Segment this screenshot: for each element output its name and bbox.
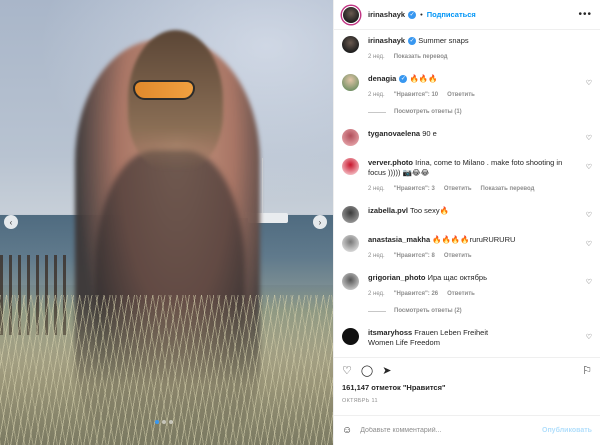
like-comment-heart-icon[interactable]: ♡ (586, 278, 592, 286)
view-replies-link[interactable]: Посмотреть ответы (1) (368, 107, 475, 117)
reply-button[interactable]: Ответить (444, 251, 472, 261)
action-bar: ♡ ◯ ➤ ⚐ (334, 357, 600, 383)
post-sidebar: irinashayk ✓ • Подписаться ••• irinashay… (333, 0, 600, 445)
heart-icon[interactable]: ♡ (342, 364, 352, 377)
bookmark-icon[interactable]: ⚐ (582, 364, 592, 377)
translate-link[interactable]: Показать перевод (394, 52, 448, 62)
comment-item: verver.photo Irina, come to Milano . mak… (342, 158, 592, 194)
comment-username[interactable]: verver.photo (368, 158, 413, 167)
like-comment-heart-icon[interactable]: ♡ (586, 134, 592, 142)
comment-item: grigorian_photo Ира щас октябрь 2 нед. "… (342, 273, 592, 316)
commenter-avatar[interactable] (342, 129, 359, 146)
caption-avatar[interactable] (342, 36, 359, 53)
commenter-avatar[interactable] (342, 273, 359, 290)
verified-icon: ✓ (399, 75, 408, 84)
verified-icon: ✓ (408, 10, 417, 19)
like-comment-heart-icon[interactable]: ♡ (586, 333, 592, 341)
comment-likes[interactable]: "Нравится": 26 (394, 289, 438, 299)
author-avatar[interactable] (342, 5, 360, 24)
comment-text: 🔥🔥🔥🔥ruruRURURU (432, 235, 516, 244)
view-replies-link[interactable]: Посмотреть ответы (2) (368, 306, 487, 316)
translate-link[interactable]: Показать перевод (481, 184, 535, 194)
commenter-avatar[interactable] (342, 74, 359, 91)
boat-mast (262, 158, 263, 214)
publish-button[interactable]: Опубликовать (542, 427, 592, 434)
comment-text-line2: Women Life Freedom (368, 338, 440, 347)
caption-username[interactable]: irinashayk (368, 36, 405, 45)
like-comment-heart-icon[interactable]: ♡ (586, 240, 592, 248)
comment-item: izabella.pvl Too sexy🔥 ♡ (342, 206, 592, 223)
comment-age: 2 нед. (368, 92, 385, 98)
chevron-left-icon: ‹ (9, 217, 13, 227)
follow-button[interactable]: Подписаться (427, 10, 476, 19)
comment-text: Ира щас октябрь (427, 273, 487, 282)
comment-input[interactable] (360, 427, 542, 434)
commenter-avatar[interactable] (342, 328, 359, 345)
post-date: ОКТЯБРЬ 11 (342, 398, 378, 404)
carousel-dot (162, 420, 166, 424)
comment-username[interactable]: itsmaryhoss (368, 328, 412, 337)
comment-text: 90 е (422, 129, 437, 138)
comment-age: 2 нед. (368, 186, 385, 192)
comment-username[interactable]: izabella.pvl (368, 206, 408, 215)
post-dialog: ‹ › irinashayk ✓ • Подписаться ••• irina… (0, 0, 600, 445)
comment-text: 🔥🔥🔥 (409, 74, 438, 83)
previous-photo-button[interactable]: ‹ (4, 215, 18, 229)
separator: • (420, 10, 423, 19)
reply-button[interactable]: Ответить (447, 289, 475, 299)
comment-likes[interactable]: "Нравится": 3 (394, 184, 435, 194)
next-photo-button[interactable]: › (313, 215, 327, 229)
like-comment-heart-icon[interactable]: ♡ (586, 163, 592, 171)
reply-button[interactable]: Ответить (444, 184, 472, 194)
add-comment-bar: ☺ Опубликовать (334, 415, 600, 445)
comment-username[interactable]: grigorian_photo (368, 273, 426, 282)
post-header: irinashayk ✓ • Подписаться ••• (334, 0, 600, 30)
commenter-avatar[interactable] (342, 235, 359, 252)
carousel-dot (169, 420, 173, 424)
carousel-dot (155, 420, 159, 424)
comment-likes[interactable]: "Нравится": 8 (394, 251, 435, 261)
caption: irinashayk ✓ Summer snaps 2 нед. Показать… (342, 36, 592, 62)
comment-item: tyganovaelena 90 е ♡ (342, 129, 592, 146)
smiley-icon[interactable]: ☺ (342, 425, 352, 436)
verified-icon: ✓ (408, 37, 417, 46)
comment-icon[interactable]: ◯ (361, 364, 373, 377)
comment-text: Frauen Leben Freiheit (414, 328, 489, 337)
more-options-icon[interactable]: ••• (578, 9, 592, 20)
comment-likes[interactable]: "Нравится": 10 (394, 90, 438, 100)
share-icon[interactable]: ➤ (382, 364, 391, 377)
comment-age: 2 нед. (368, 291, 385, 297)
post-photo: ‹ › (0, 0, 333, 445)
reply-button[interactable]: Ответить (447, 90, 475, 100)
author-username[interactable]: irinashayk (368, 10, 405, 19)
comment-username[interactable]: anastasia_makha (368, 235, 430, 244)
carousel-dots (155, 420, 173, 424)
chevron-right-icon: › (318, 217, 322, 227)
comment-item: denagia ✓ 🔥🔥🔥 2 нед. "Нравится": 10 Ответ… (342, 74, 592, 117)
likes-count[interactable]: 161,147 отметок "Нравится" (334, 383, 600, 395)
comment-item: anastasia_makha 🔥🔥🔥🔥ruruRURURU 2 нед. "Н… (342, 235, 592, 261)
like-comment-heart-icon[interactable]: ♡ (586, 79, 592, 87)
comment-username[interactable]: tyganovaelena (368, 129, 420, 138)
photo-hair (128, 30, 223, 170)
commenter-avatar[interactable] (342, 206, 359, 223)
photo-sunglasses (133, 80, 195, 100)
comment-text: Too sexy🔥 (409, 206, 449, 215)
caption-text: Summer snaps (418, 36, 469, 45)
comment-username[interactable]: denagia (368, 74, 396, 83)
comments-list: irinashayk ✓ Summer snaps 2 нед. Показать… (334, 30, 600, 357)
commenter-avatar[interactable] (342, 158, 359, 175)
caption-age: 2 нед. (368, 54, 385, 60)
like-comment-heart-icon[interactable]: ♡ (586, 211, 592, 219)
comment-item: itsmaryhoss Frauen Leben Freiheit Women … (342, 328, 592, 348)
comment-age: 2 нед. (368, 253, 385, 259)
